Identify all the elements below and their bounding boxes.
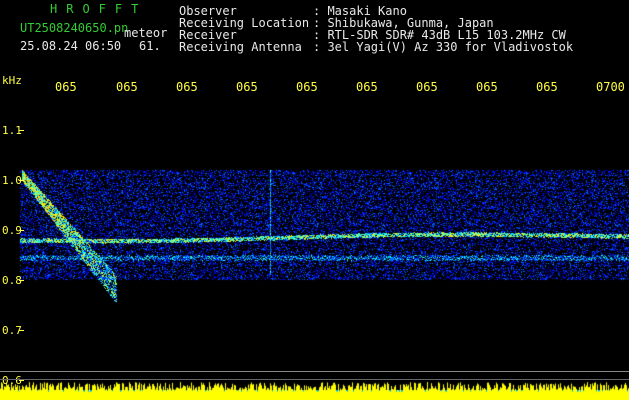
x-tick-label: 065 bbox=[236, 80, 258, 94]
app-brand: HROFFT bbox=[50, 2, 148, 16]
noise-baseline-line bbox=[0, 379, 629, 380]
y-axis-unit: kHz bbox=[2, 74, 22, 87]
x-tick-label: 065 bbox=[116, 80, 138, 94]
x-tick-label: 065 bbox=[176, 80, 198, 94]
y-tick-mark bbox=[19, 280, 24, 281]
y-tick-mark bbox=[19, 180, 24, 181]
y-tick-mark bbox=[19, 330, 24, 331]
noise-separator-line bbox=[0, 371, 629, 372]
x-tick-label: 065 bbox=[536, 80, 558, 94]
antenna-label: Receiving Antenna bbox=[179, 40, 302, 54]
date-time: 25.08.24 06:50 bbox=[20, 39, 122, 53]
spectrogram-window: HROFFT UT2508240650.pn meteor 25.08.24 0… bbox=[0, 0, 629, 400]
meteor-label: meteor bbox=[124, 26, 168, 40]
y-tick-mark bbox=[19, 130, 24, 131]
x-tick-label: 0700 bbox=[596, 80, 625, 94]
x-tick-label: 065 bbox=[476, 80, 498, 94]
x-tick-label: 065 bbox=[416, 80, 438, 94]
spectrogram-canvas bbox=[0, 0, 629, 400]
y-tick-mark bbox=[19, 380, 24, 381]
meteor-count: 61. bbox=[139, 39, 161, 53]
x-tick-label: 065 bbox=[356, 80, 378, 94]
file-label: UT2508240650.pn bbox=[20, 21, 129, 35]
y-tick-mark bbox=[19, 230, 24, 231]
x-tick-label: 065 bbox=[55, 80, 77, 94]
x-tick-label: 065 bbox=[296, 80, 318, 94]
antenna-value: : 3el Yagi(V) Az 330 for Vladivostok bbox=[313, 40, 574, 54]
